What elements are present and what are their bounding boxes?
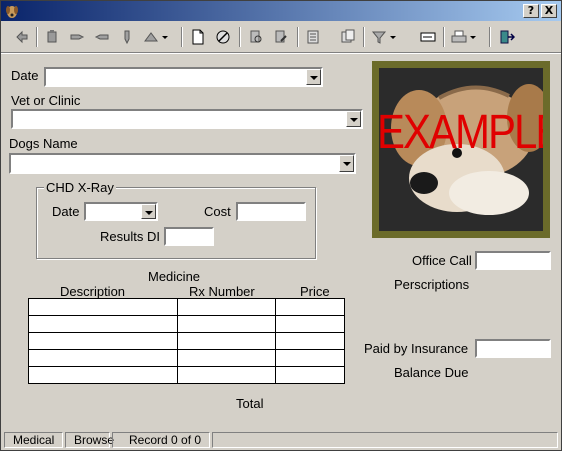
view-icon[interactable] — [337, 26, 359, 48]
price-cell[interactable] — [275, 298, 345, 316]
status-bar: Medical Browse Record 0 of 0 — [1, 430, 561, 450]
description-cell[interactable] — [28, 315, 178, 333]
status-extra — [212, 432, 558, 448]
vet-combo[interactable] — [11, 109, 363, 129]
status-record: Record 0 of 0 — [112, 432, 210, 448]
price-cell[interactable] — [275, 315, 345, 333]
rx-cell[interactable] — [177, 366, 276, 384]
description-cell[interactable] — [28, 366, 178, 384]
back-icon[interactable] — [11, 26, 33, 48]
table-row — [28, 298, 345, 316]
price-cell[interactable] — [275, 349, 345, 367]
chd-xray-title: CHD X-Ray — [44, 180, 116, 195]
date-combo[interactable] — [44, 67, 323, 87]
close-button[interactable]: X — [541, 4, 557, 18]
status-mode: Browse — [65, 432, 114, 448]
sort-icon[interactable] — [303, 26, 325, 48]
main-window: ? X Date Vet or Clinic Dogs Name CHD X-R… — [0, 0, 562, 451]
paid-insurance-label: Paid by Insurance — [364, 341, 469, 356]
toolbar — [1, 22, 561, 53]
date-label: Date — [11, 68, 39, 83]
chd-date-combo[interactable] — [84, 202, 158, 221]
chd-date-label: Date — [52, 204, 80, 219]
find-icon[interactable] — [245, 26, 267, 48]
medicine-title: Medicine — [148, 269, 201, 284]
description-cell[interactable] — [28, 298, 178, 316]
jump-icon[interactable] — [141, 26, 171, 48]
point-left-icon[interactable] — [91, 26, 113, 48]
filter-icon[interactable] — [369, 26, 399, 48]
office-call-label: Office Call — [412, 253, 472, 268]
title-bar[interactable]: ? X — [1, 1, 561, 21]
chd-results-field[interactable] — [164, 227, 214, 246]
table-row — [28, 366, 345, 384]
chd-date-dropdown-arrow[interactable] — [141, 204, 156, 219]
table-row — [28, 332, 345, 350]
vet-label: Vet or Clinic — [11, 93, 81, 108]
vet-dropdown-arrow[interactable] — [346, 111, 361, 127]
rx-cell[interactable] — [177, 298, 276, 316]
delete-icon[interactable] — [212, 26, 234, 48]
table-row — [28, 349, 345, 367]
chd-cost-label: Cost — [204, 204, 231, 219]
chd-xray-group — [36, 187, 316, 259]
dog-name-combo[interactable] — [9, 153, 356, 174]
price-cell[interactable] — [275, 332, 345, 350]
edit-icon[interactable] — [41, 26, 63, 48]
form-icon[interactable] — [417, 26, 439, 48]
total-label: Total — [236, 396, 264, 411]
rx-cell[interactable] — [177, 332, 276, 350]
app-dog-icon — [6, 6, 18, 18]
medicine-table — [28, 298, 345, 384]
col-description: Description — [60, 284, 126, 299]
description-cell[interactable] — [28, 349, 178, 367]
table-row — [28, 315, 345, 333]
col-price: Price — [300, 284, 330, 299]
replace-icon[interactable] — [270, 26, 292, 48]
office-call-field[interactable] — [475, 251, 551, 270]
chd-results-label: Results DI — [100, 229, 160, 244]
dog-name-label: Dogs Name — [9, 136, 78, 151]
dog-name-dropdown-arrow[interactable] — [339, 155, 354, 172]
point-down-icon[interactable] — [116, 26, 138, 48]
balance-due-label: Balance Due — [394, 365, 469, 380]
status-layout: Medical — [4, 432, 63, 448]
example-watermark: EXAMPLE — [379, 104, 543, 159]
rx-cell[interactable] — [177, 349, 276, 367]
col-rx-number: Rx Number — [189, 284, 255, 299]
print-icon[interactable] — [449, 26, 479, 48]
chd-cost-field[interactable] — [236, 202, 306, 221]
new-record-icon[interactable] — [187, 26, 209, 48]
rx-cell[interactable] — [177, 315, 276, 333]
prescriptions-label: Perscriptions — [394, 277, 470, 292]
dog-photo: EXAMPLE — [372, 61, 550, 238]
exit-icon[interactable] — [496, 26, 518, 48]
point-right-icon[interactable] — [66, 26, 88, 48]
description-cell[interactable] — [28, 332, 178, 350]
date-dropdown-arrow[interactable] — [306, 69, 321, 85]
paid-insurance-field[interactable] — [475, 339, 551, 358]
price-cell[interactable] — [275, 366, 345, 384]
help-button[interactable]: ? — [523, 4, 539, 18]
